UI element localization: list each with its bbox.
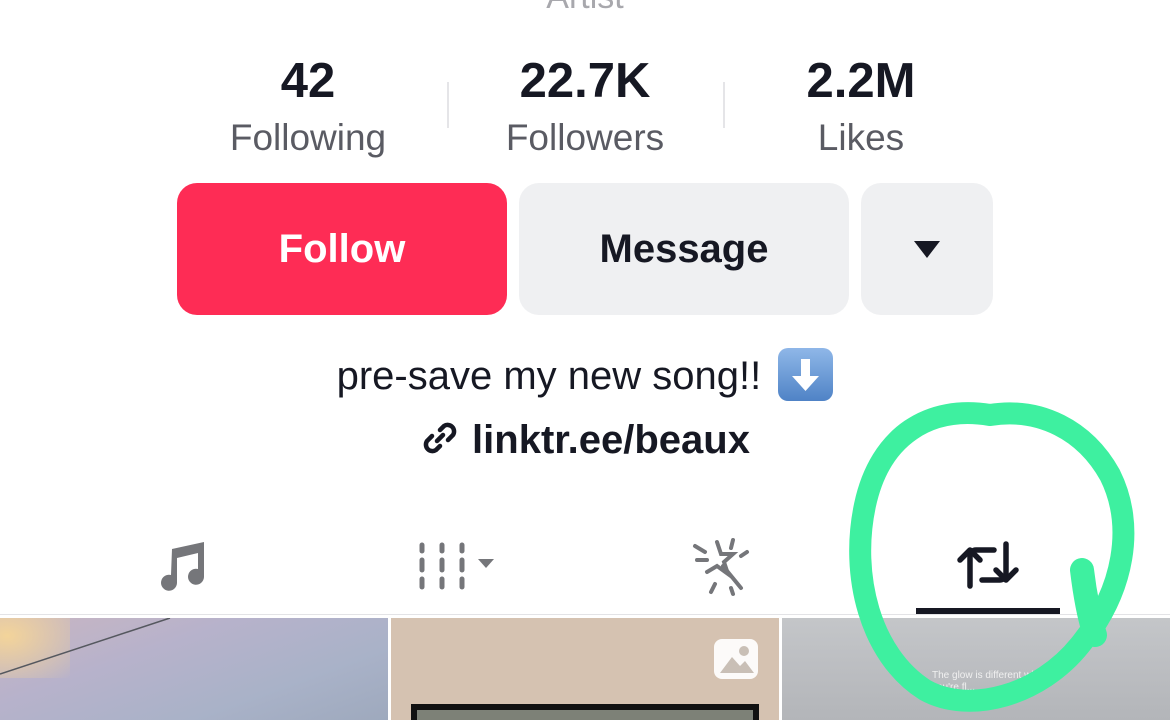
caret-down-icon <box>914 240 940 258</box>
framed-picture <box>411 704 759 720</box>
bio-link[interactable]: linktr.ee/beaux <box>0 418 1170 463</box>
video-caption: The glow is different when you're fl... <box>932 670 1048 693</box>
bio: pre-save my new song!! <box>0 346 1170 406</box>
bio-text: pre-save my new song!! <box>336 354 762 398</box>
tab-reposts[interactable] <box>916 515 1060 615</box>
link-icon <box>420 418 460 463</box>
bio-link-text: linktr.ee/beaux <box>472 418 750 462</box>
grid-item-1[interactable] <box>0 618 388 720</box>
photo-icon <box>714 639 758 679</box>
video-grid: The glow is different when you're fl... <box>0 618 1170 720</box>
profile-role: Artist <box>0 0 1170 17</box>
profile-tabs <box>0 515 1170 615</box>
more-options-button[interactable] <box>861 183 993 315</box>
active-tab-indicator <box>916 608 1060 614</box>
stat-likes[interactable]: 2.2M Likes <box>723 52 999 166</box>
stat-followers-label: Followers <box>505 117 665 158</box>
stat-followers-count: 22.7K <box>519 54 651 108</box>
tab-effects[interactable] <box>670 515 770 615</box>
magic-wand-icon <box>693 538 749 596</box>
videos-grid-icon <box>419 542 494 590</box>
stat-following-label: Following <box>229 117 387 158</box>
down-arrow-emoji <box>778 348 834 401</box>
stat-followers[interactable]: 22.7K Followers <box>447 52 723 166</box>
grid-item-3[interactable]: The glow is different when you're fl... <box>782 618 1170 720</box>
grid-item-2[interactable] <box>391 618 779 720</box>
follow-button[interactable]: Follow <box>177 183 507 315</box>
stat-likes-label: Likes <box>817 117 905 158</box>
stat-likes-count: 2.2M <box>806 54 916 108</box>
message-button[interactable]: Message <box>519 183 849 315</box>
stat-following[interactable]: 42 Following <box>170 52 446 166</box>
repost-icon <box>957 541 1019 589</box>
music-note-icon <box>161 542 204 591</box>
profile-stats: 42 Following 22.7K Followers 2.2M Likes <box>170 52 1000 162</box>
stat-following-count: 42 <box>280 54 336 108</box>
power-line <box>0 618 171 675</box>
tab-music[interactable] <box>130 515 230 615</box>
tab-videos[interactable] <box>395 515 515 615</box>
